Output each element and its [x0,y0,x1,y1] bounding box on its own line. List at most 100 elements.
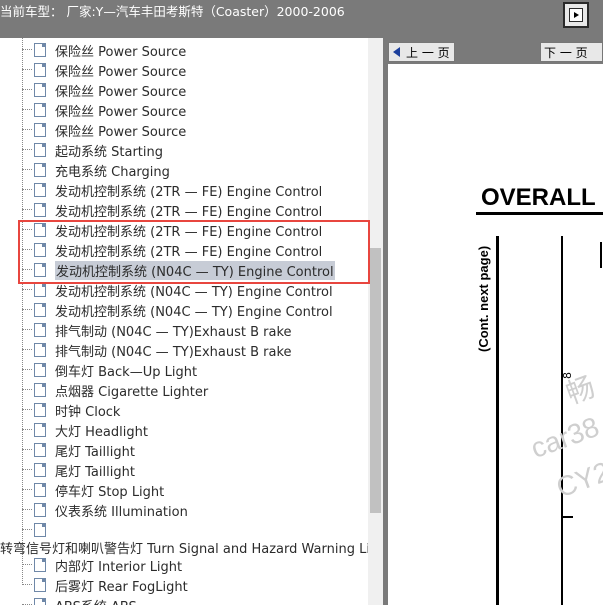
document-icon [34,578,46,592]
tree-connector [22,329,32,330]
tree-item-label: 时钟 Clock [55,405,121,420]
tree-item[interactable]: 后雾灯 Rear FogLight [0,575,368,595]
tree-item-label: 尾灯 Taillight [55,465,135,480]
tree-item-label: 后雾灯 Rear FogLight [55,580,188,595]
tree-connector [22,89,32,90]
document-icon [34,558,46,572]
tree-item-label: 尾灯 Taillight [55,445,135,460]
tree-item[interactable]: 尾灯 Taillight [0,460,368,480]
tree-item[interactable]: 保险丝 Power Source [0,80,368,100]
document-icon [34,183,46,197]
current-vehicle-title: 当前车型： 厂家:Y—汽车丰田考斯特（Coaster）2000-2006 [0,4,345,19]
watermark-line-1: 畅 [562,371,599,410]
tree-item-label: 内部灯 Interior Light [55,560,183,575]
tree-item-label: 发动机控制系统 (2TR — FE) Engine Control [55,185,323,200]
prev-page-label: 上 一 页 [406,45,450,60]
tree-item[interactable]: 内部灯 Interior Light [0,555,368,575]
diagram-heading: OVERALL [481,184,596,211]
tree-connector [22,529,32,530]
tree-item[interactable]: ABS系统 ABS [0,595,368,605]
tree-item[interactable]: 保险丝 Power Source [0,40,368,60]
tree-connector [22,149,32,150]
prev-page-button[interactable]: 上 一 页 [388,42,455,62]
tree-item-label: 保险丝 Power Source [55,105,187,120]
document-icon [34,63,46,77]
document-icon [34,598,46,605]
tree-item[interactable] [0,520,368,540]
tree-connector [22,289,32,290]
document-icon [34,383,46,397]
tree-connector [22,209,32,210]
document-icon [34,523,46,537]
tree-item[interactable]: 仪表系统 Illumination [0,500,368,520]
watermark-line-3: CY2 [552,455,603,504]
tree-item-label: 发动机控制系统 (N04C — TY) Engine Control [55,305,333,320]
next-page-button[interactable]: 下 一 页 [540,42,603,62]
tree-connector [22,429,32,430]
tree-item[interactable]: 倒车灯 Back—Up Light [0,360,368,380]
tree-item[interactable]: 点烟器 Cigarette Lighter [0,380,368,400]
document-icon [34,203,46,217]
tree-item-label: 保险丝 Power Source [55,65,187,80]
document-icon [34,323,46,337]
heading-rule [476,212,603,215]
tree-item[interactable]: 大灯 Headlight [0,420,368,440]
tree-item[interactable]: 时钟 Clock [0,400,368,420]
next-page-label: 下 一 页 [544,45,588,60]
chapter-tree: 保险丝 Power Source 保险丝 Power Source 保险丝 Powe… [0,38,368,605]
page-nav-toolbar: 上 一 页 下 一 页 [388,42,603,62]
diagram-tick [561,516,573,518]
tree-item[interactable]: 发动机控制系统 (N04C — TY) Engine Control [0,300,368,320]
tree-connector [22,169,32,170]
document-icon [34,463,46,477]
tree-connector [22,129,32,130]
tree-item-label: ABS系统 ABS [55,596,137,605]
tree-item[interactable]: 发动机控制系统 (2TR — FE) Engine Control [0,200,368,220]
document-icon [34,303,46,317]
tree-item-label: 仪表系统 Illumination [55,505,188,520]
selection-highlight-box [18,220,370,284]
tree-connector [22,489,32,490]
panel-toggle-button[interactable] [563,2,589,28]
tree-item[interactable]: 充电系统 Charging [0,160,368,180]
tree-item-label: 保险丝 Power Source [55,85,187,100]
tree-item[interactable]: 起动系统 Starting [0,140,368,160]
tree-item[interactable]: 尾灯 Taillight [0,440,368,460]
tree-item-label: 起动系统 Starting [55,145,163,160]
tree-connector [22,509,32,510]
tree-item[interactable]: 排气制动 (N04C — TY)Exhaust B rake [0,320,368,340]
tree-connector [22,349,32,350]
tree-item[interactable]: 排气制动 (N04C — TY)Exhaust B rake [0,340,368,360]
diagram-line [496,236,499,605]
document-icon [34,343,46,357]
document-icon [34,363,46,377]
document-icon [34,483,46,497]
continued-note: (Cont. next page) [476,245,491,352]
tree-item-label: 停车灯 Stop Light [55,485,165,500]
tree-connector [22,389,32,390]
tree-item-label: 点烟器 Cigarette Lighter [55,385,209,400]
document-icon [34,143,46,157]
document-icon [34,43,46,57]
tree-item-label: 充电系统 Charging [55,165,170,180]
document-icon [34,403,46,417]
wiring-diagram-page: OVERALL (Cont. next page) 8 畅 car38 CY2 [388,64,603,605]
tree-item[interactable]: 保险丝 Power Source [0,100,368,120]
expand-icon [569,8,583,22]
tree-item[interactable]: 停车灯 Stop Light [0,480,368,500]
tree-scrollbar[interactable] [368,38,383,605]
tree-item[interactable]: 发动机控制系统 (2TR — FE) Engine Control [0,180,368,200]
tree-connector [22,49,32,50]
scrollbar-thumb[interactable] [370,248,381,513]
document-icon [34,423,46,437]
document-icon [34,103,46,117]
tree-connector [22,109,32,110]
tree-connector [22,189,32,190]
tree-item[interactable]: 保险丝 Power Source [0,60,368,80]
tree-item[interactable]: 保险丝 Power Source [0,120,368,140]
tree-item-label: 保险丝 Power Source [55,45,187,60]
tree-connector [22,409,32,410]
top-bar: 当前车型： 厂家:Y—汽车丰田考斯特（Coaster）2000-2006 [0,0,603,38]
tree-connector [22,309,32,310]
tree-item-label: 大灯 Headlight [55,425,148,440]
